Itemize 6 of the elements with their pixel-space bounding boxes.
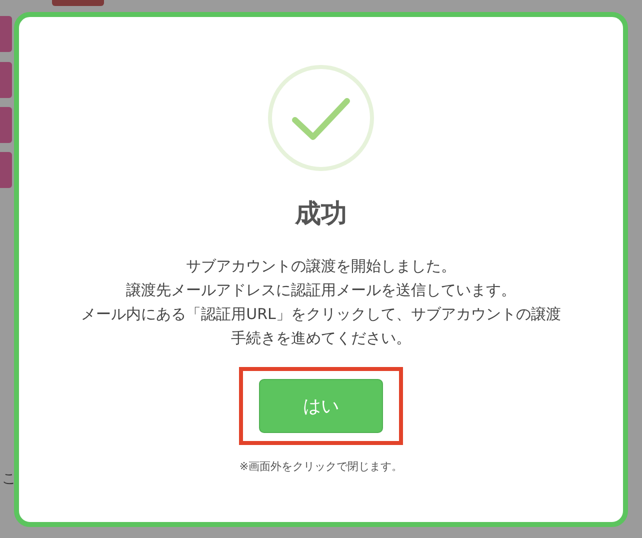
dialog-message: サブアカウントの譲渡を開始しました。 譲渡先メールアドレスに認証用メールを送信しています。 メール内にある「認証用URL」をクリックして、サブアカウントの譲渡 手続きを進めてください。 [81, 256, 561, 349]
dialog-title: 成功 [295, 198, 347, 231]
checkmark-icon [267, 64, 375, 172]
yes-button[interactable]: はい [259, 379, 383, 433]
close-hint: ※画面外をクリックで閉じます。 [239, 459, 403, 474]
background-text: こ [2, 470, 16, 488]
